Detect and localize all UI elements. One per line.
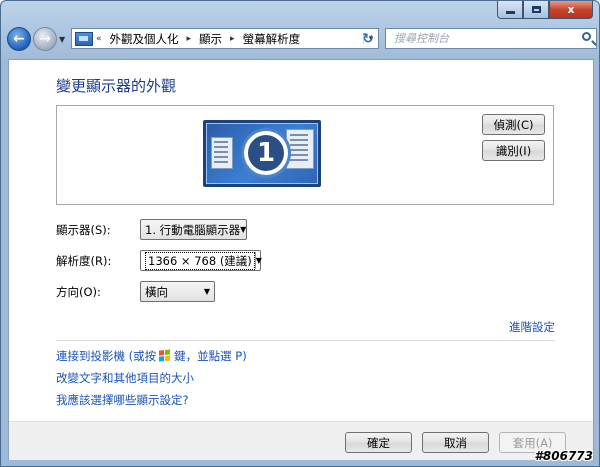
detect-button[interactable]: 偵測(C) <box>482 114 545 135</box>
windows-key-icon <box>159 349 172 362</box>
window-thumbnail-icon <box>286 129 314 169</box>
display-preview-panel: 1 偵測(C) 識別(I) <box>56 105 554 205</box>
forward-button[interactable]: → <box>33 27 57 51</box>
projector-link-text-end: 鍵，並點選 P) <box>174 349 247 363</box>
window-thumbnail-icon <box>211 137 233 169</box>
breadcrumb-display[interactable]: 顯示 <box>199 31 222 47</box>
chevron-down-icon: ▼ <box>203 287 211 296</box>
chevron-down-icon: ▼ <box>59 35 66 44</box>
address-overflow-chevron[interactable]: « <box>96 34 102 44</box>
recent-pages-dropdown[interactable]: ▼ <box>59 35 67 44</box>
identify-button[interactable]: 識別(I) <box>482 140 545 161</box>
back-button[interactable]: ← <box>7 27 31 51</box>
display-label: 顯示器(S): <box>56 223 111 237</box>
chevron-down-icon: ▼ <box>254 252 262 269</box>
refresh-icon: ↻ <box>362 31 374 47</box>
navigation-bar: ← → ▼ « 外觀及個人化 ▸ 顯示 ▸ 螢幕解析度 ▾ ↻ <box>5 25 597 53</box>
minimize-icon <box>505 11 515 14</box>
breadcrumb-screen-resolution[interactable]: 螢幕解析度 <box>243 31 301 47</box>
resolution-label: 解析度(R): <box>56 254 112 268</box>
connect-projector-link[interactable]: 連接到投影機 (或按 鍵，並點選 P) <box>56 348 247 364</box>
cancel-button[interactable]: 取消 <box>422 432 489 453</box>
address-bar[interactable]: « 外觀及個人化 ▸ 顯示 ▸ 螢幕解析度 ▾ <box>71 28 379 49</box>
monitor-1-tile[interactable]: 1 <box>203 120 321 187</box>
resolution-select[interactable]: 1366 × 768 (建議) ▼ <box>140 250 262 271</box>
dialog-footer: 確定 取消 套用(A) <box>9 421 593 460</box>
orientation-select-value: 橫向 <box>145 284 168 299</box>
close-button[interactable]: x <box>549 1 593 19</box>
monitor-number-badge: 1 <box>244 131 288 175</box>
orientation-select[interactable]: 橫向 ▼ <box>140 281 215 302</box>
advanced-settings-link[interactable]: 進階設定 <box>509 319 555 335</box>
search-box[interactable] <box>385 28 597 49</box>
breadcrumb-separator[interactable]: ▸ <box>187 34 192 44</box>
display-select[interactable]: 1. 行動電腦顯示器 ▼ <box>140 219 247 240</box>
forward-arrow-icon: → <box>39 31 51 47</box>
breadcrumb-appearance[interactable]: 外觀及個人化 <box>110 31 179 47</box>
control-panel-icon <box>75 31 93 46</box>
search-input[interactable] <box>392 31 566 46</box>
watermark: #806773 <box>534 449 593 463</box>
control-panel-window: x ← → ▼ « 外觀及個人化 ▸ 顯示 ▸ 螢幕解析度 ▾ ↻ 變更顯示器的… <box>0 0 600 467</box>
search-icon[interactable] <box>582 32 591 41</box>
text-size-link[interactable]: 改變文字和其他項目的大小 <box>56 370 194 386</box>
back-arrow-icon: ← <box>13 31 25 47</box>
maximize-button[interactable] <box>523 1 549 19</box>
projector-link-text-start: 連接到投影機 (或按 <box>56 349 157 363</box>
maximize-icon <box>531 6 541 13</box>
divider <box>56 340 555 341</box>
resolution-select-value: 1366 × 768 (建議) <box>145 251 255 270</box>
refresh-button[interactable]: ↻ <box>357 30 379 48</box>
display-select-value: 1. 行動電腦顯示器 <box>145 222 241 237</box>
breadcrumb-separator[interactable]: ▸ <box>230 34 235 44</box>
close-icon: x <box>567 3 575 16</box>
main-content: 變更顯示器的外觀 1 偵測(C) 識別(I) 顯示器(S): 1. 行動電腦顯示… <box>8 59 594 460</box>
chevron-down-icon: ▼ <box>240 225 247 234</box>
caption-buttons: x <box>497 1 593 19</box>
ok-button[interactable]: 確定 <box>345 432 412 453</box>
page-title: 變更顯示器的外觀 <box>56 77 177 95</box>
display-settings-help-link[interactable]: 我應該選擇哪些顯示設定? <box>56 392 189 408</box>
orientation-label: 方向(O): <box>56 285 101 299</box>
minimize-button[interactable] <box>497 1 523 19</box>
